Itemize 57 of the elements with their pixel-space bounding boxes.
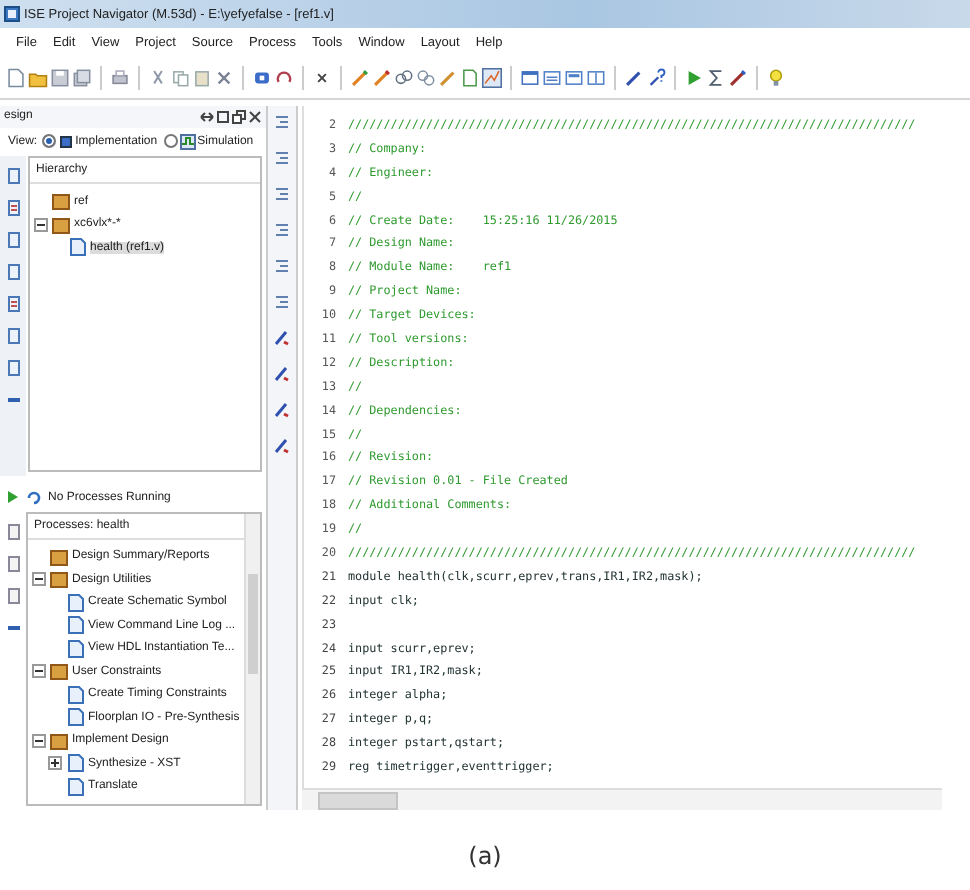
wand-icon[interactable] xyxy=(274,402,290,418)
document-icon[interactable] xyxy=(5,231,21,248)
document-icon[interactable] xyxy=(5,199,21,216)
waveform-icon xyxy=(179,133,196,150)
collapse-icon[interactable] xyxy=(32,572,46,587)
sigma-icon[interactable] xyxy=(706,68,726,88)
chain-icon[interactable] xyxy=(416,68,436,88)
document-icon[interactable] xyxy=(274,186,290,202)
print-icon[interactable] xyxy=(110,68,130,88)
chain-icon[interactable] xyxy=(394,68,414,88)
scrollbar[interactable] xyxy=(302,788,942,810)
close-icon[interactable] xyxy=(248,109,262,124)
refresh-icon xyxy=(26,489,42,506)
expand-icon[interactable] xyxy=(48,756,62,771)
wand-icon[interactable] xyxy=(372,68,392,88)
indent-icon[interactable] xyxy=(274,150,290,166)
figure-caption: (a) xyxy=(468,842,502,870)
collapse-icon[interactable] xyxy=(32,733,46,748)
document-icon[interactable] xyxy=(460,68,480,88)
close-icon[interactable] xyxy=(312,68,332,88)
document-icon[interactable] xyxy=(274,222,290,238)
scrollbar[interactable] xyxy=(244,513,260,804)
restore-icon[interactable] xyxy=(232,109,246,124)
arrows-icon[interactable] xyxy=(200,109,214,124)
window-icon[interactable] xyxy=(564,68,584,88)
wand-icon[interactable] xyxy=(274,438,290,454)
play-icon[interactable] xyxy=(6,490,20,505)
collapse-icon[interactable] xyxy=(34,217,48,232)
copy-icon[interactable] xyxy=(170,68,190,88)
help-icon[interactable] xyxy=(646,68,666,88)
disks-icon[interactable] xyxy=(72,68,92,88)
wand-icon[interactable] xyxy=(350,68,370,88)
wand-icon[interactable] xyxy=(728,68,748,88)
indent-icon[interactable] xyxy=(274,114,290,130)
document-icon xyxy=(68,238,86,257)
folder-icon xyxy=(50,662,68,681)
window-icon[interactable] xyxy=(542,68,562,88)
collapse-icon[interactable] xyxy=(32,664,46,679)
paste-icon[interactable] xyxy=(192,68,212,88)
wand-icon[interactable] xyxy=(274,366,290,382)
wand-icon[interactable] xyxy=(624,68,644,88)
play-icon[interactable] xyxy=(684,68,704,88)
lightbulb-icon[interactable] xyxy=(766,68,786,88)
document-icon[interactable] xyxy=(274,294,290,310)
document-icon[interactable] xyxy=(274,258,290,274)
app-icon xyxy=(4,6,20,22)
maximize-icon[interactable] xyxy=(216,109,230,124)
page-icon[interactable] xyxy=(6,68,26,88)
cut-icon[interactable] xyxy=(148,68,168,88)
document-icon[interactable] xyxy=(5,295,21,312)
window-icon[interactable] xyxy=(586,68,606,88)
window-icon[interactable] xyxy=(520,68,540,88)
delete-icon[interactable] xyxy=(214,68,234,88)
folder-icon[interactable] xyxy=(28,68,48,88)
chip-icon xyxy=(57,133,74,150)
document-icon[interactable] xyxy=(5,359,21,376)
folder-icon xyxy=(50,731,68,750)
